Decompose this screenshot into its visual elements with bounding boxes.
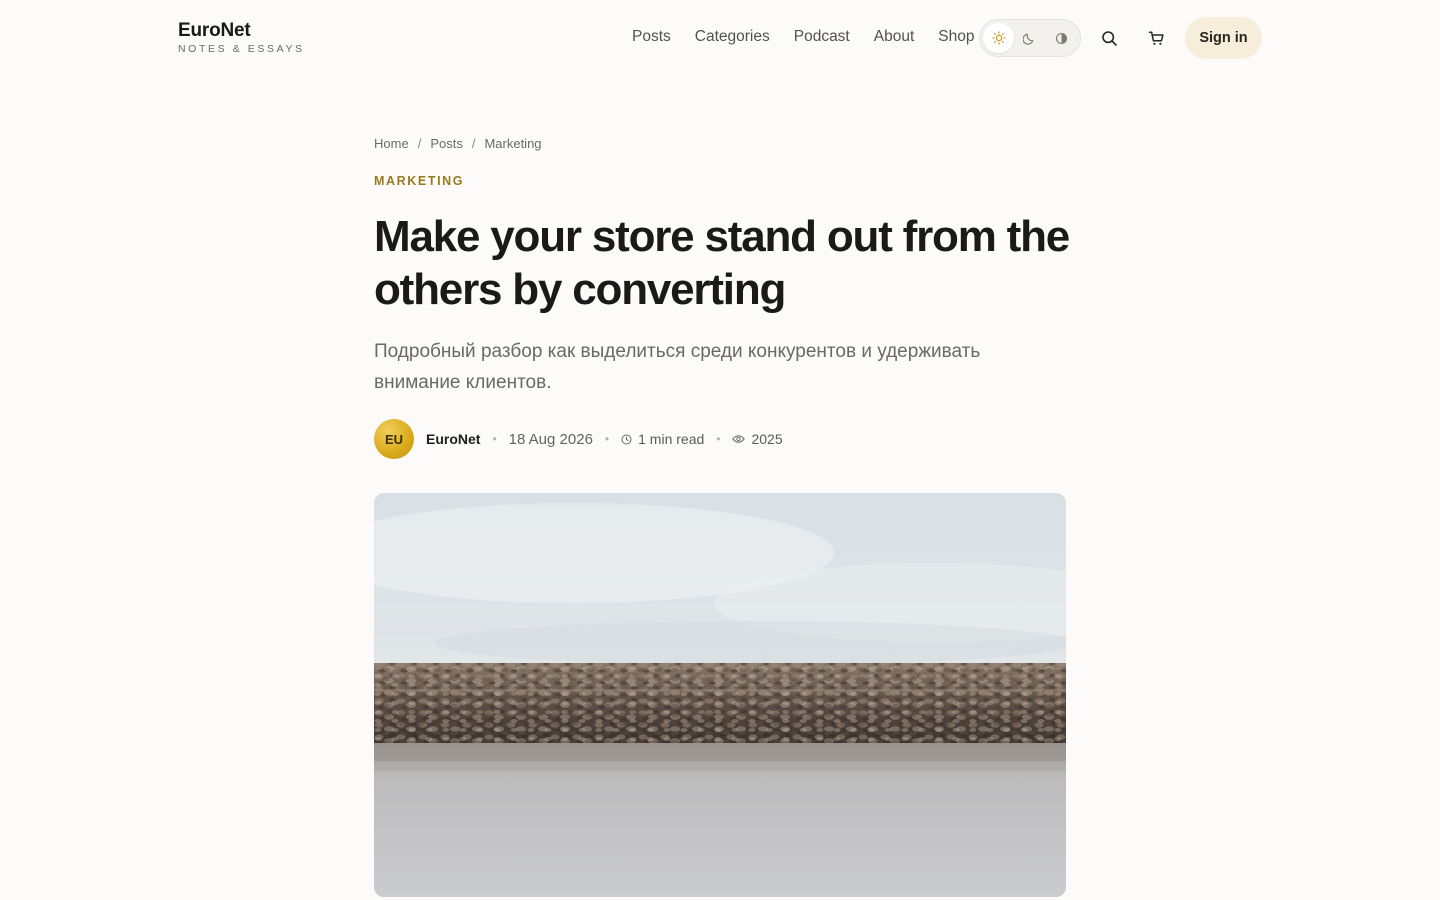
read-time: 1 min read bbox=[621, 431, 704, 447]
page-title: Make your store stand out from the other… bbox=[374, 212, 1070, 314]
nav-item-about[interactable]: About bbox=[874, 26, 915, 48]
eye-icon bbox=[732, 435, 746, 443]
read-time-text: 1 min read bbox=[638, 431, 705, 447]
breadcrumb: Home / Posts / Marketing bbox=[374, 135, 542, 152]
nav-item-posts[interactable]: Posts bbox=[632, 26, 671, 48]
brand-tagline: NOTES & ESSAYS bbox=[178, 43, 305, 55]
clock-icon bbox=[621, 434, 632, 444]
search-icon bbox=[1101, 30, 1117, 46]
publish-date: 18 Aug 2026 bbox=[508, 430, 593, 448]
breadcrumb-current: Marketing bbox=[484, 136, 542, 151]
breadcrumb-separator: / bbox=[417, 136, 422, 151]
hero-photo bbox=[374, 493, 1066, 897]
view-count: 2025 bbox=[732, 431, 783, 447]
nav-item-podcast[interactable]: Podcast bbox=[794, 26, 850, 48]
moon-icon bbox=[1023, 33, 1034, 45]
contrast-icon bbox=[1055, 32, 1067, 44]
avatar[interactable]: EU bbox=[374, 419, 414, 459]
brand-name: EuroNet bbox=[178, 20, 251, 41]
meta-separator: • bbox=[716, 432, 721, 446]
cart-button[interactable] bbox=[1142, 24, 1170, 52]
sun-icon bbox=[991, 31, 1006, 45]
meta-separator: • bbox=[604, 432, 610, 446]
hero-image bbox=[374, 493, 1066, 897]
theme-switcher bbox=[979, 19, 1081, 57]
search-button[interactable] bbox=[1095, 24, 1123, 52]
nav-item-categories[interactable]: Categories bbox=[695, 26, 770, 48]
article-meta: EU EuroNet • 18 Aug 2026 • 1 min read • … bbox=[374, 419, 783, 459]
breadcrumb-home[interactable]: Home bbox=[374, 135, 409, 152]
breadcrumb-separator: / bbox=[471, 136, 476, 151]
nav-item-shop[interactable]: Shop bbox=[938, 26, 974, 48]
site-header: EuroNet NOTES & ESSAYS Posts Categories … bbox=[0, 0, 1440, 76]
sign-in-button[interactable]: Sign in bbox=[1185, 17, 1262, 59]
category-label[interactable]: MARKETING bbox=[374, 173, 464, 189]
article-subtitle: Подробный разбор как выделиться среди ко… bbox=[374, 341, 981, 393]
view-count-text: 2025 bbox=[751, 431, 783, 447]
meta-separator: • bbox=[492, 432, 497, 446]
breadcrumb-posts[interactable]: Posts bbox=[430, 135, 463, 152]
brand-logo[interactable]: EuroNet NOTES & ESSAYS bbox=[178, 20, 305, 56]
author-name[interactable]: EuroNet bbox=[426, 431, 480, 447]
theme-light-button[interactable] bbox=[983, 23, 1015, 53]
theme-auto-button[interactable] bbox=[1046, 23, 1077, 53]
theme-dark-button[interactable] bbox=[1014, 23, 1045, 53]
main-nav: Posts Categories Podcast About Shop bbox=[620, 26, 986, 48]
cart-icon bbox=[1148, 30, 1164, 45]
